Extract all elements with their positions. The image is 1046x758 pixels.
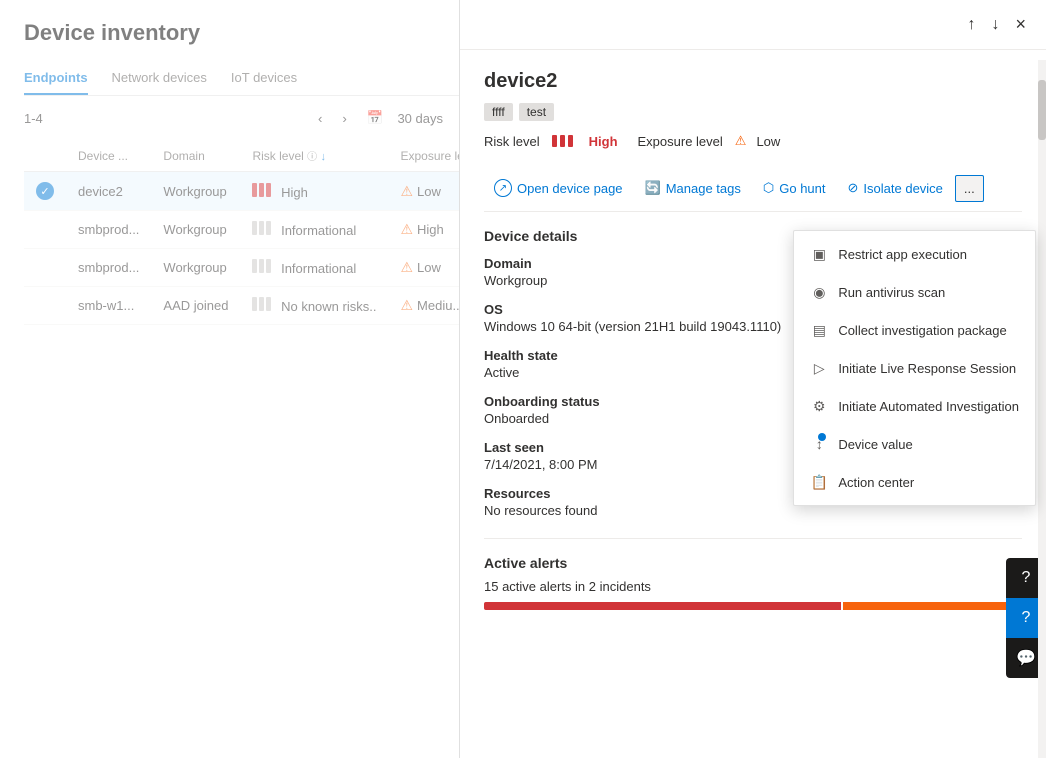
manage-tags-button[interactable]: 🔄 Manage tags: [635, 174, 751, 202]
risk-level-value: High: [589, 134, 618, 149]
scrollbar-thumb[interactable]: [1038, 80, 1046, 140]
left-panel: Device inventory Endpoints Network devic…: [0, 0, 460, 758]
panel-header-bar: ↑ ↓ ×: [460, 0, 1046, 50]
alert-bar-high: [484, 602, 841, 610]
go-hunt-button[interactable]: ⬡ Go hunt: [753, 174, 836, 202]
dropdown-device-value[interactable]: ↕ Device value: [794, 425, 1035, 463]
dropdown-menu: ▣ Restrict app execution ◉ Run antivirus…: [793, 230, 1036, 506]
action-center-icon: 📋: [810, 473, 828, 491]
risk-level-label: Risk level: [484, 134, 540, 149]
dim-overlay: [0, 0, 459, 758]
open-device-label: Open device page: [517, 181, 623, 196]
isolate-device-button[interactable]: ⊘ Isolate device: [838, 174, 953, 202]
restrict-app-icon: ▣: [810, 245, 828, 263]
action-bar: ↗ Open device page 🔄 Manage tags ⬡ Go hu…: [484, 165, 1022, 212]
alerts-summary: 15 active alerts in 2 incidents: [484, 579, 1022, 594]
dropdown-restrict-app[interactable]: ▣ Restrict app execution: [794, 235, 1035, 273]
go-hunt-label: Go hunt: [779, 181, 825, 196]
more-icon: ...: [964, 181, 975, 196]
alerts-section: Active alerts ∧ 15 active alerts in 2 in…: [484, 538, 1022, 610]
tag-ffff: ffff: [484, 103, 513, 121]
exposure-section: Exposure level ⚠ Low: [638, 133, 781, 149]
tags-row: ffff test: [484, 103, 1022, 121]
live-response-icon: ▷: [810, 359, 828, 377]
dropdown-collect-investigation[interactable]: ▤ Collect investigation package: [794, 311, 1035, 349]
exposure-level-value: Low: [756, 134, 780, 149]
alerts-header[interactable]: Active alerts ∧: [484, 555, 1022, 571]
risk-bars-panel: [552, 135, 573, 147]
dropdown-run-antivirus[interactable]: ◉ Run antivirus scan: [794, 273, 1035, 311]
open-device-icon: ↗: [494, 179, 512, 197]
dropdown-automated-investigation[interactable]: ⚙ Initiate Automated Investigation: [794, 387, 1035, 425]
alert-bar-medium: [843, 602, 1022, 610]
panel-down-button[interactable]: ↓: [987, 12, 1003, 38]
manage-tags-icon: 🔄: [645, 180, 661, 196]
run-antivirus-icon: ◉: [810, 283, 828, 301]
live-response-label: Initiate Live Response Session: [838, 361, 1016, 376]
tag-test: test: [519, 103, 554, 121]
automated-investigation-label: Initiate Automated Investigation: [838, 399, 1019, 414]
dropdown-live-response[interactable]: ▷ Initiate Live Response Session: [794, 349, 1035, 387]
alerts-title: Active alerts: [484, 555, 567, 571]
scrollbar-track: [1038, 60, 1046, 758]
risk-section: Risk level High: [484, 134, 618, 149]
alerts-bar-row: [484, 602, 1022, 610]
dropdown-action-center[interactable]: 📋 Action center: [794, 463, 1035, 501]
run-antivirus-label: Run antivirus scan: [838, 285, 945, 300]
device-value-icon: ↕: [810, 435, 828, 453]
right-panel: ↑ ↓ × device2 ffff test Risk level High: [460, 0, 1046, 758]
go-hunt-icon: ⬡: [763, 180, 774, 196]
automated-investigation-icon: ⚙: [810, 397, 828, 415]
risk-exposure-row: Risk level High Exposure level ⚠ Low: [484, 133, 1022, 149]
panel-up-button[interactable]: ↑: [963, 12, 979, 38]
collect-investigation-label: Collect investigation package: [838, 323, 1006, 338]
device-value-label: Device value: [838, 437, 912, 452]
exposure-level-label: Exposure level: [638, 134, 723, 149]
open-device-page-button[interactable]: ↗ Open device page: [484, 173, 633, 203]
panel-device-name: device2: [484, 70, 1022, 93]
collect-investigation-icon: ▤: [810, 321, 828, 339]
isolate-label: Isolate device: [863, 181, 943, 196]
more-actions-button[interactable]: ...: [955, 175, 984, 202]
panel-close-button[interactable]: ×: [1011, 10, 1030, 39]
exposure-warn-icon: ⚠: [735, 133, 747, 149]
isolate-icon: ⊘: [848, 180, 859, 196]
action-center-label: Action center: [838, 475, 914, 490]
restrict-app-label: Restrict app execution: [838, 247, 967, 262]
manage-tags-label: Manage tags: [666, 181, 741, 196]
